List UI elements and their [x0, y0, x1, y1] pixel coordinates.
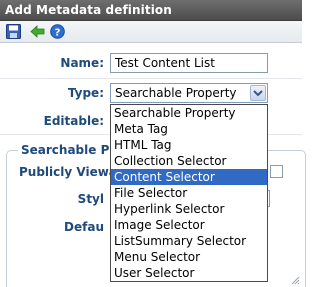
svg-text:?: ?	[55, 27, 61, 38]
resize-grip-icon[interactable]	[290, 275, 300, 285]
dropdown-option-meta-tag[interactable]: Meta Tag	[111, 121, 267, 137]
dropdown-option-html-tag[interactable]: HTML Tag	[111, 137, 267, 153]
help-icon[interactable]: ?	[50, 24, 65, 39]
dropdown-option-file-selector[interactable]: File Selector	[111, 185, 267, 201]
save-icon[interactable]	[6, 24, 21, 39]
type-selected-value: Searchable Property	[115, 86, 237, 100]
back-arrow-icon[interactable]	[30, 24, 45, 39]
dropdown-option-hyperlink-selector[interactable]: Hyperlink Selector	[111, 201, 267, 217]
toolbar: ?	[0, 21, 302, 43]
window-title: Add Metadata definition	[5, 3, 172, 17]
publicly-viewable-checkbox[interactable]	[270, 165, 283, 178]
dropdown-option-image-selector[interactable]: Image Selector	[111, 217, 267, 233]
editable-label: Editable:	[43, 114, 104, 128]
row-divider	[0, 78, 302, 79]
type-dropdown-list[interactable]: Searchable Property Meta Tag HTML Tag Co…	[110, 104, 268, 282]
name-label: Name:	[60, 56, 104, 70]
title-bar: Add Metadata definition	[0, 0, 302, 21]
dropdown-option-menu-selector[interactable]: Menu Selector	[111, 249, 267, 265]
chevron-down-icon[interactable]	[250, 85, 266, 101]
dropdown-option-collection-selector[interactable]: Collection Selector	[111, 153, 267, 169]
type-label: Type:	[67, 86, 104, 100]
type-select[interactable]: Searchable Property	[110, 83, 268, 103]
default-label: Defau	[64, 220, 104, 234]
style-label: Styl	[77, 192, 104, 206]
dropdown-option-searchable-property[interactable]: Searchable Property	[111, 105, 267, 121]
dropdown-option-listsummary-selector[interactable]: ListSummary Selector	[111, 233, 267, 249]
name-input[interactable]	[110, 53, 268, 73]
dropdown-option-content-selector[interactable]: Content Selector	[111, 169, 267, 185]
dropdown-option-user-selector[interactable]: User Selector	[111, 265, 267, 281]
